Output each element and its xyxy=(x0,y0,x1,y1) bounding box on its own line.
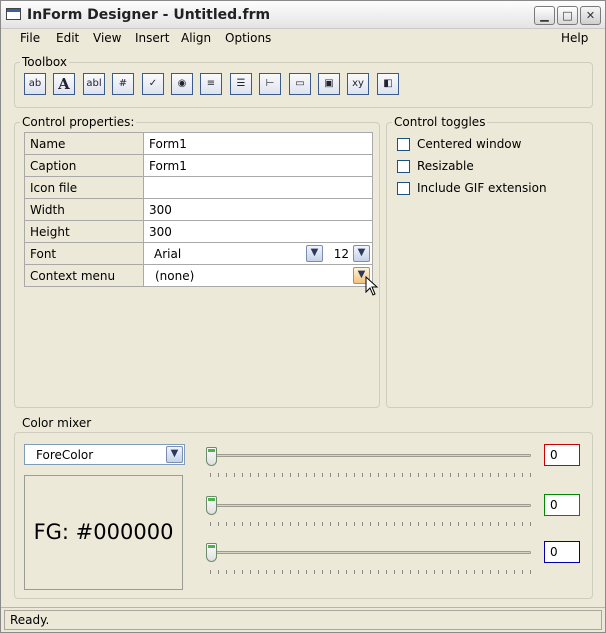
mouse-cursor-icon xyxy=(365,276,379,296)
color-target-select[interactable]: ForeColor ▼ xyxy=(24,444,185,465)
menu-file[interactable]: File xyxy=(20,31,40,45)
context-menu-select[interactable]: (none) xyxy=(144,269,353,283)
combobox-tool-icon[interactable]: ≡ xyxy=(200,73,222,95)
red-value-field[interactable]: 0 xyxy=(544,444,580,466)
property-label: Icon file xyxy=(24,176,144,199)
slider-tool-icon[interactable]: ⊢ xyxy=(259,73,281,95)
property-label: Caption xyxy=(24,154,144,177)
status-text: Ready. xyxy=(4,610,602,630)
menu-options[interactable]: Options xyxy=(225,31,271,45)
frame-tool-icon[interactable]: # xyxy=(112,73,134,95)
property-label: Width xyxy=(24,198,144,221)
app-window: InForm Designer - Untitled.frm ▁ □ ✕ Fil… xyxy=(0,0,606,633)
property-row-context-menu: Context menu (none) ▼ xyxy=(24,264,373,287)
property-label: Height xyxy=(24,220,144,243)
checkbox-box[interactable] xyxy=(397,138,410,151)
image-tool-icon[interactable]: ▣ xyxy=(318,73,340,95)
icon-file-field[interactable] xyxy=(143,176,373,199)
color-target-dropdown-icon[interactable]: ▼ xyxy=(166,446,183,463)
window-title: InForm Designer - Untitled.frm xyxy=(27,7,271,23)
toggle-tool-icon[interactable]: ◧ xyxy=(377,73,399,95)
green-slider-thumb[interactable] xyxy=(206,496,217,515)
status-bar: Ready. xyxy=(1,607,605,632)
width-field[interactable]: 300 xyxy=(143,198,373,221)
menu-align[interactable]: Align xyxy=(181,31,211,45)
menu-help[interactable]: Help xyxy=(561,31,588,45)
blue-slider-thumb[interactable] xyxy=(206,543,217,562)
red-slider-track[interactable] xyxy=(206,454,531,457)
color-target-value: ForeColor xyxy=(36,448,94,462)
property-label: Context menu xyxy=(24,264,144,287)
groupbox-tool-icon[interactable]: xy xyxy=(347,73,369,95)
toolbox-label: Toolbox xyxy=(20,55,69,69)
close-button[interactable]: ✕ xyxy=(580,6,601,25)
app-icon xyxy=(6,8,21,20)
checkbox-tool-icon[interactable]: ✓ xyxy=(142,73,164,95)
menu-view[interactable]: View xyxy=(93,31,121,45)
height-field[interactable]: 300 xyxy=(143,220,373,243)
title-bar[interactable]: InForm Designer - Untitled.frm ▁ □ ✕ xyxy=(1,1,605,29)
properties-label: Control properties: xyxy=(20,115,137,129)
radio-tool-icon[interactable]: ◉ xyxy=(171,73,193,95)
toggles-label: Control toggles xyxy=(392,115,488,129)
menu-insert[interactable]: Insert xyxy=(135,31,169,45)
textbox-tool-icon[interactable]: abl xyxy=(83,73,105,95)
color-preview-swatch: FG: #000000 xyxy=(24,475,183,590)
property-row-width: Width 300 xyxy=(24,198,373,221)
checkbox-label: Include GIF extension xyxy=(417,181,547,195)
blue-value-field[interactable]: 0 xyxy=(544,541,580,563)
property-row-font: Font Arial ▼ 12 ▼ xyxy=(24,242,373,265)
font-family-select[interactable]: Arial xyxy=(144,247,306,261)
property-row-caption: Caption Form1 xyxy=(24,154,373,177)
menu-edit[interactable]: Edit xyxy=(56,31,79,45)
properties-table: Name Form1 Caption Form1 Icon file Width… xyxy=(24,132,373,287)
red-slider-thumb[interactable] xyxy=(206,447,217,466)
resizable-checkbox[interactable]: Resizable xyxy=(397,159,474,173)
include-gif-checkbox[interactable]: Include GIF extension xyxy=(397,181,547,195)
font-size-dropdown-icon[interactable]: ▼ xyxy=(353,245,370,262)
listbox-tool-icon[interactable]: ☰ xyxy=(230,73,252,95)
font-size-select[interactable]: 12 xyxy=(323,247,353,261)
property-row-icon-file: Icon file xyxy=(24,176,373,199)
centered-window-checkbox[interactable]: Centered window xyxy=(397,137,521,151)
green-slider-track[interactable] xyxy=(206,504,531,507)
green-value-field[interactable]: 0 xyxy=(544,494,580,516)
blue-slider-ticks xyxy=(210,570,532,574)
property-row-name: Name Form1 xyxy=(24,132,373,155)
property-label: Font xyxy=(24,242,144,265)
green-slider-ticks xyxy=(210,522,532,526)
property-label: Name xyxy=(24,132,144,155)
checkbox-box[interactable] xyxy=(397,160,410,173)
caption-field[interactable]: Form1 xyxy=(143,154,373,177)
property-row-height: Height 300 xyxy=(24,220,373,243)
font-cell: Arial ▼ 12 ▼ xyxy=(143,242,373,265)
checkbox-label: Resizable xyxy=(417,159,474,173)
label-tool-icon[interactable]: A xyxy=(53,73,75,95)
minimize-button[interactable]: ▁ xyxy=(534,6,555,25)
blue-slider-track[interactable] xyxy=(206,551,531,554)
context-menu-cell: (none) ▼ xyxy=(143,264,373,287)
progressbar-tool-icon[interactable]: ▭ xyxy=(289,73,311,95)
checkbox-box[interactable] xyxy=(397,182,410,195)
menu-bar: File Edit View Insert Align Options Help xyxy=(1,29,605,49)
maximize-button[interactable]: □ xyxy=(557,6,578,25)
button-tool-icon[interactable]: ab xyxy=(24,73,46,95)
name-field[interactable]: Form1 xyxy=(143,132,373,155)
font-family-dropdown-icon[interactable]: ▼ xyxy=(306,245,323,262)
checkbox-label: Centered window xyxy=(417,137,522,151)
red-slider-ticks xyxy=(210,473,532,477)
color-mixer-label: Color mixer xyxy=(20,416,94,430)
